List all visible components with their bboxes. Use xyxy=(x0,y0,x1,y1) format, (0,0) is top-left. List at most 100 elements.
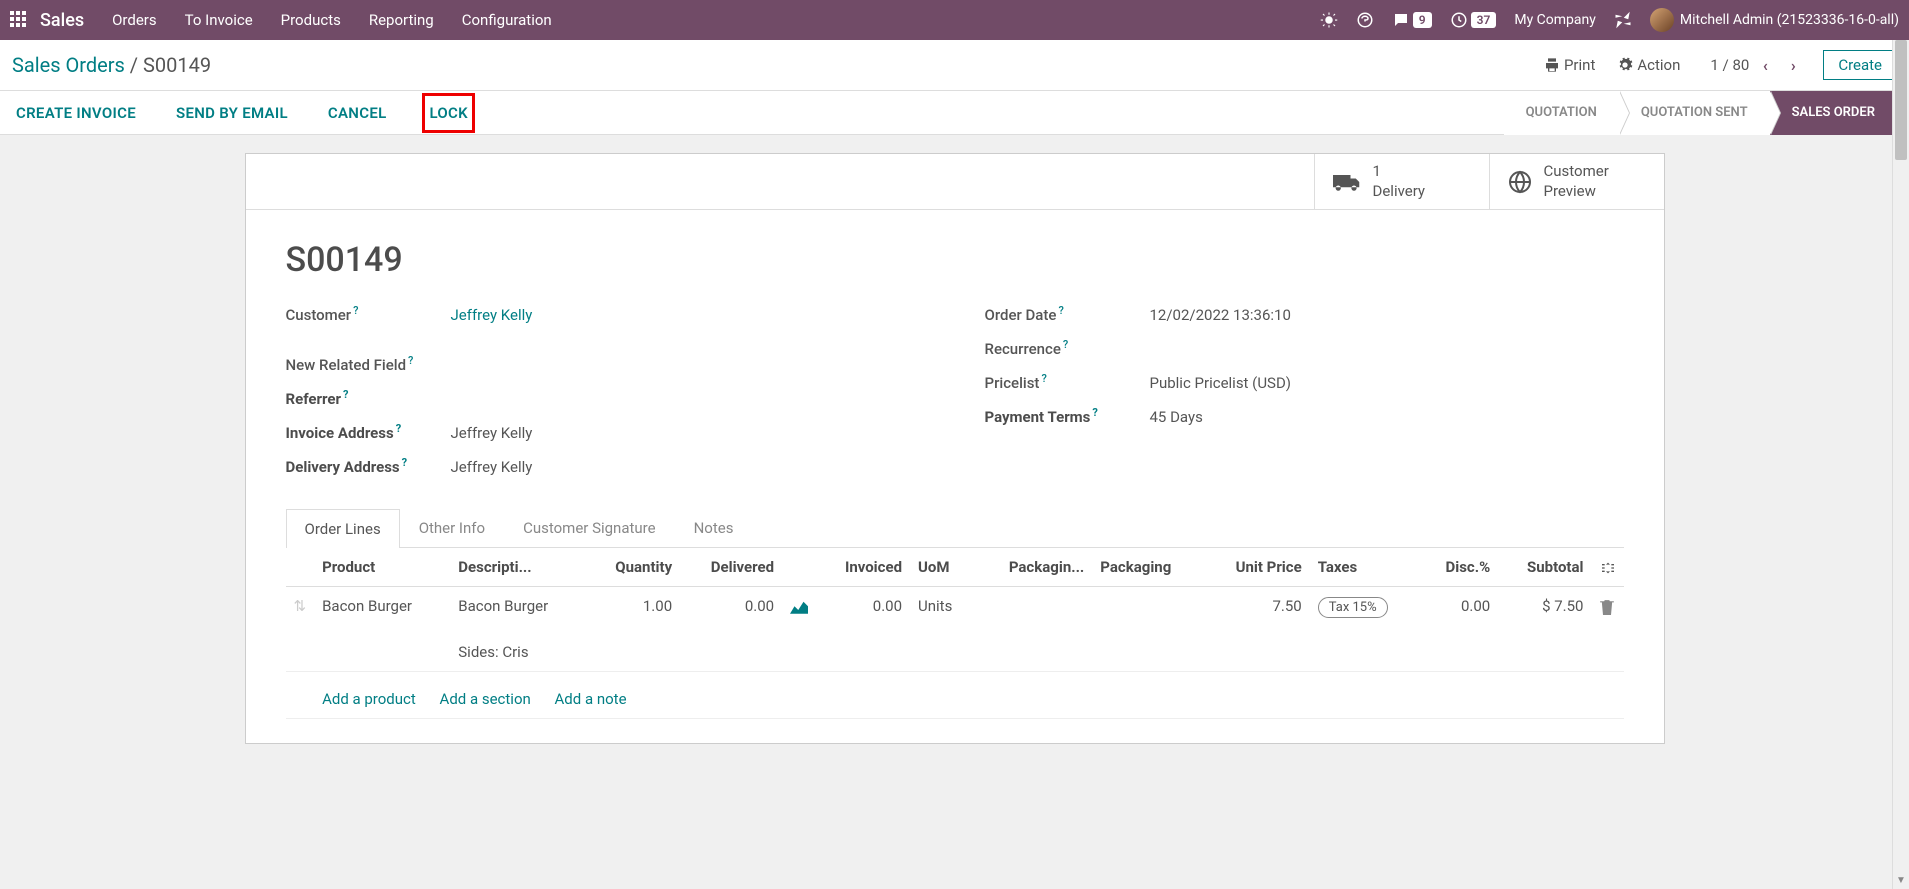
th-invoiced[interactable]: Invoiced xyxy=(816,548,910,587)
create-invoice-button[interactable]: CREATE INVOICE xyxy=(12,96,140,130)
label-referrer: Referrer xyxy=(286,390,341,408)
value-delivery-addr: Jeffrey Kelly xyxy=(451,458,533,476)
app-brand[interactable]: Sales xyxy=(40,10,84,31)
tab-customer-signature[interactable]: Customer Signature xyxy=(504,508,675,547)
menu-configuration[interactable]: Configuration xyxy=(462,11,552,29)
help-icon[interactable]: ? xyxy=(343,388,348,401)
stat-row: 1Delivery CustomerPreview xyxy=(246,154,1664,210)
print-button[interactable]: Print xyxy=(1544,56,1595,74)
value-customer[interactable]: Jeffrey Kelly xyxy=(451,306,533,324)
stat-delivery-label: Delivery xyxy=(1373,182,1426,202)
cell-description[interactable]: Bacon BurgerSides: Cris xyxy=(450,587,586,672)
bug-icon[interactable] xyxy=(1320,11,1338,29)
status-sales-order[interactable]: SALES ORDER xyxy=(1770,91,1897,135)
cell-invoiced: 0.00 xyxy=(816,587,910,672)
help-icon[interactable]: ? xyxy=(1063,338,1068,351)
help-icon[interactable]: ? xyxy=(402,456,407,469)
help-icon[interactable]: ? xyxy=(396,422,401,435)
label-payment-terms: Payment Terms xyxy=(985,408,1091,426)
label-pricelist: Pricelist xyxy=(985,374,1040,392)
label-delivery-addr: Delivery Address xyxy=(286,458,400,476)
cell-product[interactable]: Bacon Burger xyxy=(314,587,450,672)
cell-delivered[interactable]: 0.00 xyxy=(680,587,782,672)
help-icon[interactable]: ? xyxy=(1041,372,1046,385)
breadcrumb: Sales Orders / S00149 xyxy=(12,53,211,77)
cell-disc[interactable]: 0.00 xyxy=(1420,587,1498,672)
status-quotation-sent[interactable]: QUOTATION SENT xyxy=(1619,91,1770,135)
menu-reporting[interactable]: Reporting xyxy=(369,11,434,29)
lock-button[interactable]: LOCK xyxy=(422,93,475,133)
th-disc[interactable]: Disc.% xyxy=(1420,548,1498,587)
company-switcher[interactable]: My Company xyxy=(1514,12,1596,28)
drag-handle-icon[interactable]: ⇅ xyxy=(286,587,315,672)
columns-icon[interactable] xyxy=(1600,560,1616,576)
debug-icon[interactable] xyxy=(1614,11,1632,29)
form-sheet: 1Delivery CustomerPreview S00149 Custome… xyxy=(245,153,1665,744)
th-packaging[interactable]: Packaging xyxy=(1092,548,1204,587)
send-by-email-button[interactable]: SEND BY EMAIL xyxy=(172,96,292,130)
apps-icon[interactable] xyxy=(10,11,28,29)
tab-notes[interactable]: Notes xyxy=(675,508,753,547)
user-name: Mitchell Admin (21523336-16-0-all) xyxy=(1680,12,1899,28)
cell-quantity[interactable]: 1.00 xyxy=(586,587,680,672)
help-icon[interactable]: ? xyxy=(1092,406,1097,419)
tab-order-lines[interactable]: Order Lines xyxy=(286,509,400,548)
status-bar: QUOTATION QUOTATION SENT SALES ORDER xyxy=(1504,91,1897,135)
chart-icon[interactable] xyxy=(790,600,808,614)
cancel-button[interactable]: CANCEL xyxy=(324,96,391,130)
create-button[interactable]: Create xyxy=(1823,50,1897,80)
add-section-link[interactable]: Add a section xyxy=(440,690,531,708)
th-delivered[interactable]: Delivered xyxy=(680,548,782,587)
cell-tax[interactable]: Tax 15% xyxy=(1318,597,1388,618)
th-packaging-qty[interactable]: Packagin... xyxy=(975,548,1093,587)
th-product[interactable]: Product xyxy=(314,548,450,587)
scrollbar[interactable]: ▲ ▼ xyxy=(1892,40,1909,889)
th-quantity[interactable]: Quantity xyxy=(586,548,680,587)
add-note-link[interactable]: Add a note xyxy=(555,690,627,708)
add-product-link[interactable]: Add a product xyxy=(322,690,416,708)
cell-uom[interactable]: Units xyxy=(910,587,975,672)
breadcrumb-current: S00149 xyxy=(143,53,211,77)
status-quotation[interactable]: QUOTATION xyxy=(1504,91,1619,135)
label-order-date: Order Date xyxy=(985,306,1057,324)
menu-orders[interactable]: Orders xyxy=(112,11,157,29)
scroll-down-icon[interactable]: ▼ xyxy=(1893,872,1909,889)
help-icon[interactable]: ? xyxy=(353,304,358,317)
stat-preview-l2: Preview xyxy=(1544,182,1609,202)
label-customer: Customer xyxy=(286,306,352,324)
breadcrumb-root[interactable]: Sales Orders xyxy=(12,53,125,77)
th-unit-price[interactable]: Unit Price xyxy=(1204,548,1310,587)
globe-icon xyxy=(1508,170,1532,194)
menu-to-invoice[interactable]: To Invoice xyxy=(185,11,253,29)
tab-other-info[interactable]: Other Info xyxy=(400,508,504,547)
trash-icon[interactable] xyxy=(1600,599,1614,615)
th-uom[interactable]: UoM xyxy=(910,548,975,587)
th-taxes[interactable]: Taxes xyxy=(1310,548,1420,587)
action-button[interactable]: Action xyxy=(1617,56,1680,74)
pager-next[interactable]: › xyxy=(1781,53,1805,77)
menu-products[interactable]: Products xyxy=(281,11,341,29)
cell-subtotal: $ 7.50 xyxy=(1498,587,1591,672)
label-new-related: New Related Field xyxy=(286,356,407,374)
stat-preview[interactable]: CustomerPreview xyxy=(1489,154,1664,209)
stat-delivery[interactable]: 1Delivery xyxy=(1314,154,1489,209)
support-icon[interactable] xyxy=(1356,11,1374,29)
avatar xyxy=(1650,8,1674,32)
messages-badge: 9 xyxy=(1413,12,1432,28)
table-row[interactable]: ⇅ Bacon Burger Bacon BurgerSides: Cris 1… xyxy=(286,587,1624,672)
messages-icon[interactable]: 9 xyxy=(1392,11,1432,29)
help-icon[interactable]: ? xyxy=(408,354,413,367)
th-subtotal[interactable]: Subtotal xyxy=(1498,548,1591,587)
value-payment-terms: 45 Days xyxy=(1150,408,1203,426)
pager-text[interactable]: 1 / 80 xyxy=(1710,56,1749,74)
topbar: Sales Orders To Invoice Products Reporti… xyxy=(0,0,1909,40)
pager-prev[interactable]: ‹ xyxy=(1753,53,1777,77)
cell-unit-price[interactable]: 7.50 xyxy=(1204,587,1310,672)
user-menu[interactable]: Mitchell Admin (21523336-16-0-all) xyxy=(1650,8,1899,32)
scroll-thumb[interactable] xyxy=(1895,40,1907,160)
truck-icon xyxy=(1333,171,1361,193)
th-description[interactable]: Descripti... xyxy=(450,548,586,587)
activities-icon[interactable]: 37 xyxy=(1450,11,1497,29)
stat-preview-l1: Customer xyxy=(1544,162,1609,182)
help-icon[interactable]: ? xyxy=(1058,304,1063,317)
